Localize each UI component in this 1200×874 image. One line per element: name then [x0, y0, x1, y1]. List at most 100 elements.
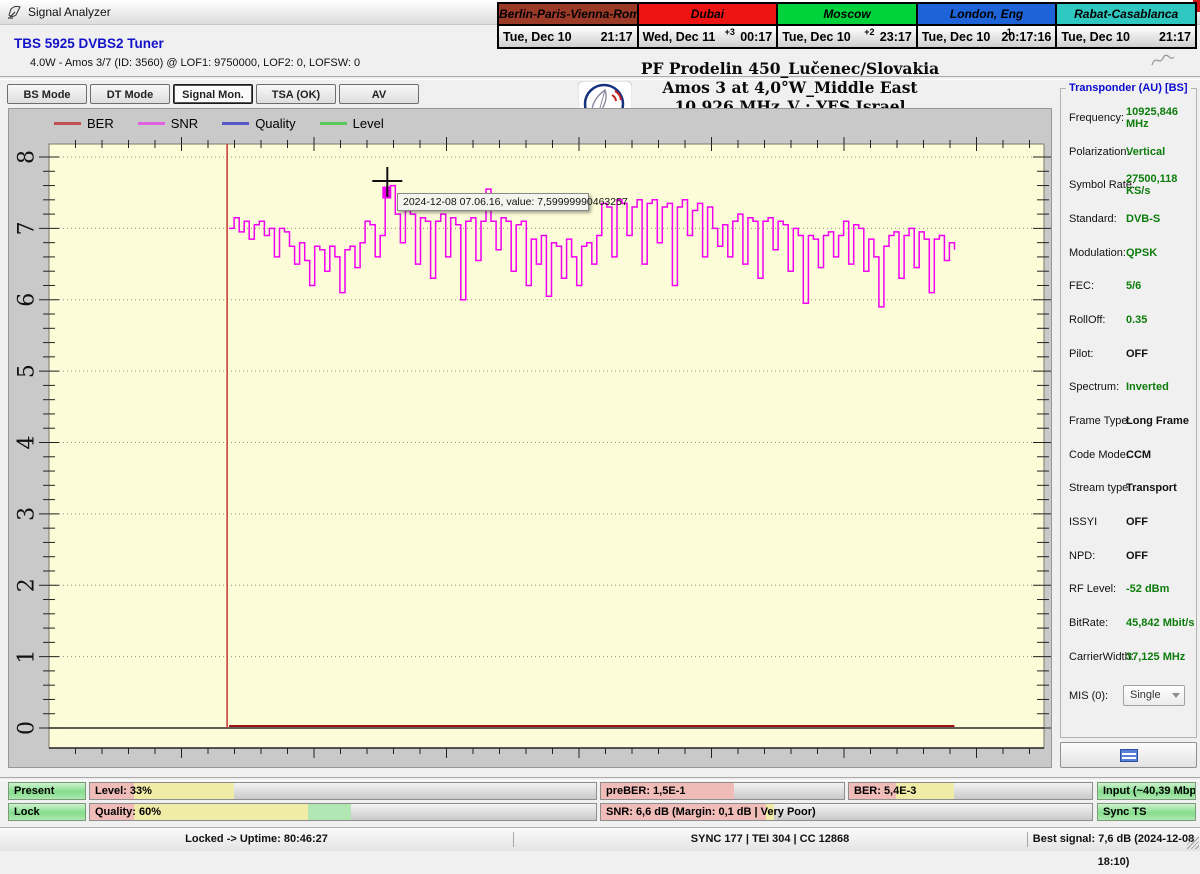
transponder-field-value: DVB-S — [1126, 213, 1160, 225]
mis-select[interactable]: Single — [1123, 685, 1185, 706]
transponder-field-value: 10925,846 MHz — [1126, 106, 1196, 130]
transponder-row-rf-level: RF Level:-52 dBm — [1061, 573, 1196, 607]
clock-time-value: 20:17:16 — [1001, 30, 1051, 44]
meter-snr: SNR: 6,6 dB (Margin: 0,1 dB | Very Poor) — [600, 803, 1093, 821]
clock-city-name: London, Eng — [918, 4, 1056, 26]
resize-grip[interactable] — [1187, 837, 1199, 849]
transponder-field-label: Standard: — [1069, 213, 1117, 225]
status-sync-counters: SYNC 177 | TEI 304 | CC 12868 — [513, 828, 1027, 851]
signal-chart[interactable]: BERSNRQualityLevel 012345678 2024-12-08 … — [8, 108, 1052, 768]
world-clock-panel: Berlin-Paris-Vienna-RomaTue, Dec 1021:17… — [497, 2, 1197, 49]
transponder-field-label: FEC: — [1069, 280, 1094, 292]
legend-label: Level — [353, 116, 384, 131]
transponder-row-carrierwidth: CarrierWidth:37,125 MHz — [1061, 640, 1196, 674]
clock-cell-4: London, EngTue, Dec 10-120:17:16 — [918, 4, 1058, 47]
legend-swatch-snr — [138, 122, 165, 125]
transponder-field-label: Polarization: — [1069, 146, 1130, 158]
transponder-field-value: 37,125 MHz — [1126, 651, 1185, 663]
legend-swatch-ber — [54, 122, 81, 125]
legend-item-level: Level — [320, 116, 384, 131]
meter-snr-label: SNR: 6,6 dB (Margin: 0,1 dB | Very Poor) — [606, 804, 816, 820]
meter-quality: Quality: 60% — [89, 803, 597, 821]
clock-cell-1: Berlin-Paris-Vienna-RomaTue, Dec 1021:17 — [499, 4, 639, 47]
badge-input-mbps: Input (~40,39 Mbps) — [1097, 782, 1196, 800]
transponder-field-label: NPD: — [1069, 550, 1095, 562]
mode-button-bs-mode[interactable]: BS Mode — [7, 84, 87, 104]
transponder-field-value: Long Frame — [1126, 415, 1189, 427]
transponder-row-stream-type: Stream type:Transport — [1061, 472, 1196, 506]
mode-button-dt-mode[interactable]: DT Mode — [90, 84, 170, 104]
clock-time-row: Tue, Dec 1021:17 — [1057, 26, 1195, 47]
mis-label: MIS (0): — [1069, 690, 1108, 702]
transponder-field-label: CarrierWidth: — [1069, 651, 1134, 663]
clock-date: Wed, Dec 11 — [643, 30, 716, 44]
annotation-line-1: PF Prodelin 450_Lučenec/Slovakia — [540, 59, 1040, 78]
transponder-field-value: 45,842 Mbit/s — [1126, 617, 1194, 629]
badge-present: Present — [8, 782, 86, 800]
tuner-title: TBS 5925 DVBS2 Tuner — [14, 36, 164, 51]
y-axis-label-8: 8 — [15, 150, 40, 164]
clock-cell-3: MoscowTue, Dec 10+223:17 — [778, 4, 918, 47]
window-title: Signal Analyzer — [28, 5, 111, 19]
mis-row: MIS (0): Single — [1061, 685, 1196, 709]
transponder-rows: Frequency:10925,846 MHzPolarization:Vert… — [1061, 101, 1196, 674]
clock-cell-5: Rabat-CasablancaTue, Dec 1021:17 — [1057, 4, 1195, 47]
transponder-row-frequency: Frequency:10925,846 MHz — [1061, 101, 1196, 135]
clock-date: Tue, Dec 10 — [1061, 30, 1130, 44]
transponder-field-value: QPSK — [1126, 247, 1157, 259]
y-axis-label-1: 1 — [15, 650, 40, 664]
status-lock-uptime: Locked -> Uptime: 80:46:27 — [0, 828, 513, 851]
y-axis-label-2: 2 — [15, 578, 40, 592]
clock-time-row: Tue, Dec 10+223:17 — [778, 26, 916, 47]
transponder-field-value: OFF — [1126, 550, 1148, 562]
transponder-row-frame-type: Frame Type:Long Frame — [1061, 404, 1196, 438]
meter-preber: preBER: 1,5E-1 — [600, 782, 845, 800]
panel-button[interactable] — [1060, 742, 1197, 768]
clock-utc-offset: +2 — [864, 27, 874, 37]
y-axis-label-4: 4 — [15, 436, 40, 450]
transponder-row-modulation: Modulation:QPSK — [1061, 236, 1196, 270]
transponder-field-label: Spectrum: — [1069, 381, 1119, 393]
y-axis-label-7: 7 — [15, 221, 40, 235]
clock-time-value: 21:17 — [601, 30, 633, 44]
meter-ber-label: BER: 5,4E-3 — [854, 783, 916, 799]
transponder-field-value: 0.35 — [1126, 314, 1147, 326]
transponder-row-npd: NPD: OFF — [1061, 539, 1196, 573]
clock-time-row: Tue, Dec 10 21:17 — [499, 26, 637, 47]
legend-swatch-quality — [222, 122, 249, 125]
legend-item-snr: SNR — [138, 116, 198, 131]
tuner-subtitle: 4.0W - Amos 3/7 (ID: 3560) @ LOF1: 97500… — [30, 57, 360, 69]
clock-date: Tue, Dec 10 — [503, 30, 572, 44]
transponder-row-spectrum: Spectrum:Inverted — [1061, 371, 1196, 405]
clock-city-name: Moscow — [778, 4, 916, 26]
transponder-field-value: OFF — [1126, 516, 1148, 528]
chart-legend: BERSNRQualityLevel — [54, 116, 408, 131]
mode-button-tsa-ok[interactable]: TSA (OK) — [256, 84, 336, 104]
clock-date: Tue, Dec 10 — [922, 30, 991, 44]
y-axis-label-0: 0 — [15, 721, 40, 735]
legend-item-ber: BER — [54, 116, 114, 131]
transponder-field-label: BitRate: — [1069, 617, 1108, 629]
signature-icon — [1150, 52, 1176, 68]
meter-level-label: Level: 33% — [95, 783, 152, 799]
mode-button-signal-mon[interactable]: Signal Mon. — [173, 84, 253, 104]
y-axis-label-6: 6 — [15, 293, 40, 307]
transponder-row-rolloff: RollOff:0.35 — [1061, 303, 1196, 337]
y-axis-label-5: 5 — [15, 364, 40, 378]
transponder-row-standard: Standard: DVB-S — [1061, 202, 1196, 236]
app-satellite-icon — [7, 4, 23, 20]
transponder-field-label: Code Mode: — [1069, 449, 1129, 461]
legend-label: SNR — [171, 116, 198, 131]
clock-city-name: Dubai — [639, 4, 777, 26]
transponder-field-value: 5/6 — [1126, 280, 1141, 292]
mode-button-av-stopped[interactable]: AV (Stopped) — [339, 84, 419, 104]
meter-quality-segment-2 — [308, 804, 351, 820]
transponder-field-value: CCM — [1126, 449, 1151, 461]
clock-utc-offset: +3 — [725, 27, 735, 37]
table-icon — [1120, 749, 1138, 762]
transponder-field-label: Modulation: — [1069, 247, 1126, 259]
transponder-row-bitrate: BitRate: 45,842 Mbit/s — [1061, 606, 1196, 640]
transponder-row-fec: FEC: 5/6 — [1061, 269, 1196, 303]
meter-quality-label: Quality: 60% — [95, 804, 161, 820]
transponder-field-value: -52 dBm — [1126, 583, 1169, 595]
